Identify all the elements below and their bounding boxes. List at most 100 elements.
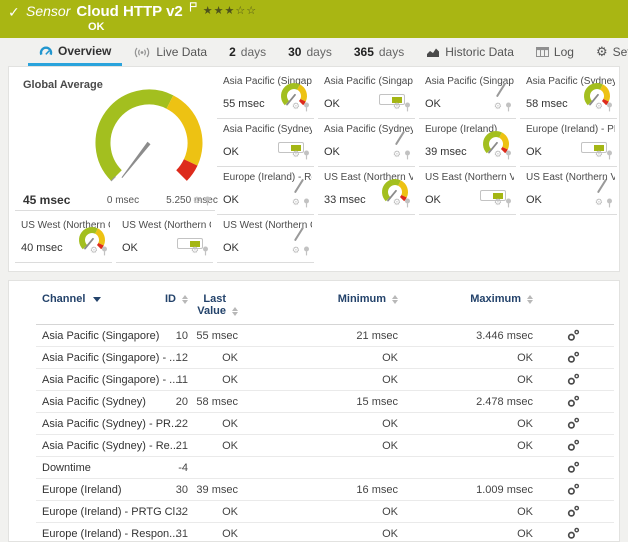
table-row: Asia Pacific (Sydney) - Re... 21 OK OK O… [36, 435, 614, 457]
channel-tile[interactable]: Asia Pacific (Sydney) - PRTG ... OK ⚙ [217, 119, 314, 167]
channel-settings-icon[interactable] [567, 373, 580, 386]
channel-tile[interactable]: US West (Northern California) 40 msec ⚙ [15, 215, 112, 263]
pin-icon[interactable] [204, 196, 211, 206]
channel-tile[interactable]: Asia Pacific (Singapore) - PR... OK ⚙ [318, 71, 415, 119]
cell-maximum: OK [398, 418, 533, 430]
gear-icon[interactable]: ⚙ [393, 103, 401, 112]
pin-icon[interactable] [505, 102, 512, 112]
cell-last-value: OK [188, 440, 238, 452]
pin-icon[interactable] [303, 246, 310, 256]
channel-tile[interactable]: US West (Northern California)... OK ⚙ [217, 215, 314, 263]
tab-overview[interactable]: Overview [28, 38, 122, 66]
gear-icon[interactable]: ⚙ [393, 199, 401, 208]
cell-id: 11 [148, 374, 188, 386]
pin-icon[interactable] [101, 246, 108, 256]
tab-30-days[interactable]: 30 days [277, 38, 343, 66]
header-last-value[interactable]: Last Value [188, 293, 238, 317]
cell-channel[interactable]: Asia Pacific (Sydney) - Re... [36, 440, 148, 452]
channel-tile[interactable]: Asia Pacific (Singapore) - Res... OK ⚙ [419, 71, 516, 119]
pin-icon[interactable] [606, 150, 613, 160]
cell-maximum: 2.478 msec [398, 396, 533, 408]
header-channel[interactable]: Channel [36, 293, 148, 305]
tab-live-data[interactable]: Live Data [122, 38, 218, 66]
priority-stars[interactable]: ★★★☆☆ [203, 4, 257, 17]
channel-settings-icon[interactable] [567, 329, 580, 342]
cell-channel[interactable]: Asia Pacific (Singapore) - ... [36, 374, 148, 386]
channel-tile-value: 33 msec [324, 194, 366, 206]
pin-icon[interactable] [404, 198, 411, 208]
pin-icon[interactable] [505, 150, 512, 160]
header-id[interactable]: ID [148, 293, 188, 305]
broadcast-icon [133, 47, 151, 58]
tab-settings[interactable]: ⚙ Settings [585, 38, 628, 66]
channel-tile[interactable]: US East (Northern Virginia) - ... OK ⚙ [419, 167, 516, 215]
channel-tile[interactable]: Europe (Ireland) 39 msec ⚙ [419, 119, 516, 167]
cell-channel[interactable]: Asia Pacific (Singapore) - ... [36, 352, 148, 364]
cell-maximum: OK [398, 374, 533, 386]
cell-channel[interactable]: Asia Pacific (Sydney) [36, 396, 148, 408]
cell-minimum: 16 msec [238, 484, 398, 496]
gear-icon[interactable]: ⚙ [191, 247, 199, 256]
main-gauge-value: 45 msec [23, 193, 70, 207]
pin-icon[interactable] [505, 198, 512, 208]
channel-tile-value: 55 msec [223, 98, 265, 110]
tab-2-days[interactable]: 2 days [218, 38, 277, 66]
pin-icon[interactable] [303, 102, 310, 112]
pin-icon[interactable] [202, 246, 209, 256]
channel-tile[interactable]: US East (Northern Virginia) - ... OK ⚙ [520, 167, 617, 215]
main-gauge-tile[interactable]: Global Average 0 msec 5.250 msec 45 msec… [15, 71, 215, 211]
channel-tile[interactable]: Europe (Ireland) - PRTG Cloud... OK ⚙ [520, 119, 617, 167]
gear-icon[interactable]: ⚙ [393, 151, 401, 160]
tab-log[interactable]: Log [525, 38, 585, 66]
pin-icon[interactable] [404, 150, 411, 160]
channel-tile[interactable]: US East (Northern Virginia) 33 msec ⚙ [318, 167, 415, 215]
cell-channel[interactable]: Europe (Ireland) - Respon... [36, 528, 148, 540]
cell-channel[interactable]: Europe (Ireland) [36, 484, 148, 496]
cell-channel[interactable]: Europe (Ireland) - PRTG Cl... [36, 506, 148, 518]
sensor-title: Cloud HTTP v2 [76, 3, 182, 20]
channel-settings-icon[interactable] [567, 417, 580, 430]
channel-settings-icon[interactable] [567, 395, 580, 408]
gear-icon[interactable]: ⚙ [292, 151, 300, 160]
pin-icon[interactable] [404, 102, 411, 112]
table-row: Asia Pacific (Singapore) - ... 11 OK OK … [36, 369, 614, 391]
tab-historic-label: Historic Data [445, 45, 514, 59]
channel-tile[interactable]: Asia Pacific (Singapore) 55 msec ⚙ [217, 71, 314, 119]
cell-channel[interactable]: Downtime [36, 462, 148, 474]
tab-live-data-label: Live Data [156, 45, 207, 59]
channel-settings-icon[interactable] [567, 461, 580, 474]
channel-settings-icon[interactable] [567, 351, 580, 364]
gear-icon[interactable]: ⚙ [595, 103, 603, 112]
gear-icon[interactable]: ⚙ [494, 199, 502, 208]
channel-settings-icon[interactable] [567, 439, 580, 452]
channel-tile[interactable]: US West (Northern California)... OK ⚙ [116, 215, 213, 263]
pin-icon[interactable] [303, 198, 310, 208]
gear-icon[interactable]: ⚙ [292, 247, 300, 256]
channel-settings-icon[interactable] [567, 527, 580, 540]
tab-historic-data[interactable]: Historic Data [415, 38, 525, 66]
gear-icon[interactable]: ⚙ [292, 199, 300, 208]
tab-365-days[interactable]: 365 days [343, 38, 415, 66]
pin-icon[interactable] [303, 150, 310, 160]
channel-tile[interactable]: Asia Pacific (Sydney) - Respo... OK ⚙ [318, 119, 415, 167]
gear-icon[interactable]: ⚙ [595, 151, 603, 160]
gear-icon[interactable]: ⚙ [90, 247, 98, 256]
header-minimum[interactable]: Minimum [238, 293, 398, 305]
cell-channel[interactable]: Asia Pacific (Sydney) - PR... [36, 418, 148, 430]
cell-minimum: 15 msec [238, 396, 398, 408]
gear-icon[interactable]: ⚙ [595, 199, 603, 208]
channel-tile[interactable]: Europe (Ireland) - Response C... OK ⚙ [217, 167, 314, 215]
header-maximum[interactable]: Maximum [398, 293, 533, 305]
pin-icon[interactable] [606, 102, 613, 112]
channel-tile-value: OK [526, 146, 542, 158]
channel-tile[interactable]: Asia Pacific (Sydney) 58 msec ⚙ [520, 71, 617, 119]
gear-icon[interactable]: ⚙ [494, 151, 502, 160]
gear-icon[interactable]: ⚙ [292, 103, 300, 112]
channel-tile-value: OK [223, 242, 239, 254]
channel-settings-icon[interactable] [567, 483, 580, 496]
gear-icon[interactable]: ⚙ [494, 103, 502, 112]
cell-channel[interactable]: Asia Pacific (Singapore) [36, 330, 148, 342]
pin-icon[interactable] [606, 198, 613, 208]
channel-settings-icon[interactable] [567, 505, 580, 518]
gear-icon[interactable]: ⚙ [193, 197, 201, 206]
